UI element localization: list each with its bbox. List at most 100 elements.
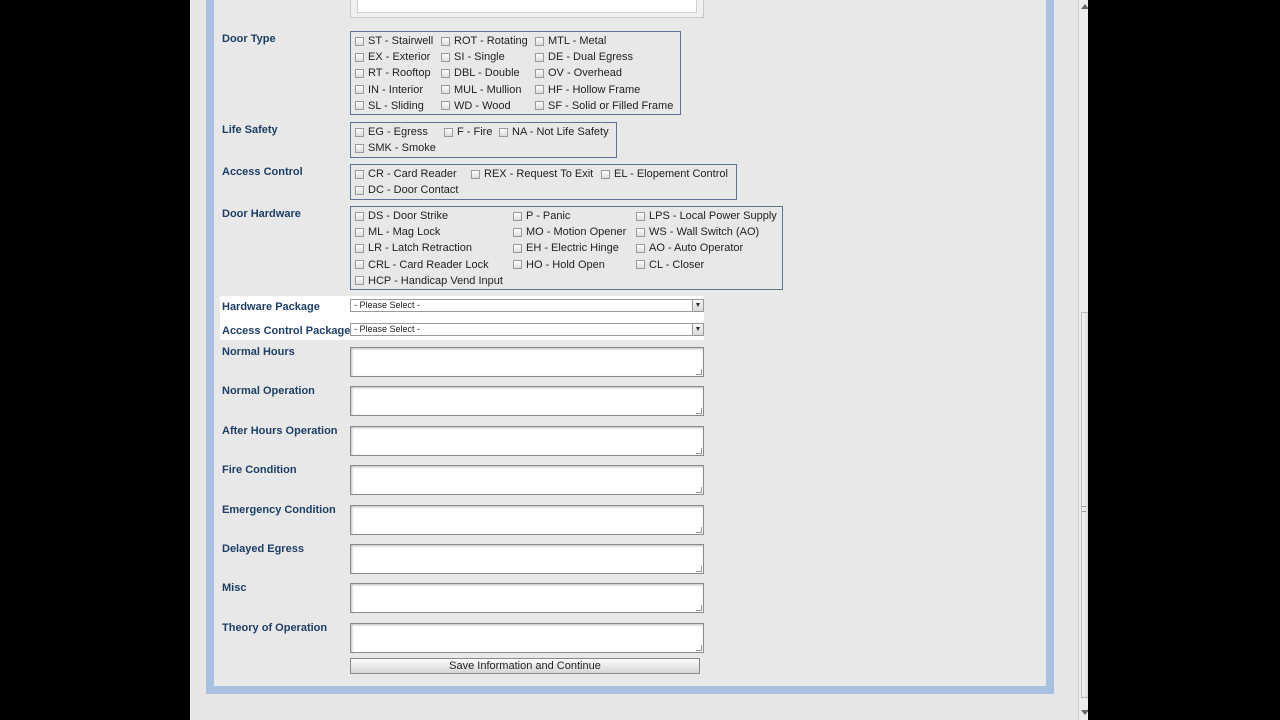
- door-type-option[interactable]: HF - Hollow Frame: [535, 83, 640, 97]
- life-safety-option[interactable]: EG - Egress: [355, 125, 428, 139]
- door-type-option[interactable]: MTL - Metal: [535, 34, 606, 48]
- door-type-option[interactable]: ROT - Rotating: [441, 34, 528, 48]
- scroll-down-icon[interactable]: [1081, 710, 1088, 715]
- door-type-option[interactable]: EX - Exterior: [355, 50, 430, 64]
- save-button[interactable]: Save Information and Continue: [350, 658, 700, 674]
- text-area[interactable]: [350, 386, 704, 417]
- access-control-option[interactable]: EL - Elopement Control: [601, 167, 728, 181]
- checkbox[interactable]: [513, 211, 522, 221]
- checkbox[interactable]: [471, 169, 480, 179]
- door-hardware-option[interactable]: P - Panic: [513, 209, 570, 223]
- checkbox[interactable]: [636, 260, 645, 270]
- door-hardware-option[interactable]: HO - Hold Open: [513, 258, 605, 272]
- door-type-option[interactable]: RT - Rooftop: [355, 66, 431, 80]
- checkbox[interactable]: [636, 227, 645, 237]
- checkbox[interactable]: [441, 85, 450, 95]
- door-type-option[interactable]: WD - Wood: [441, 99, 511, 113]
- chevron-down-icon[interactable]: ▼: [692, 324, 703, 335]
- hardware-package-select[interactable]: - Please Select - ▼: [350, 299, 704, 312]
- life-safety-option[interactable]: SMK - Smoke: [355, 141, 436, 155]
- checkbox[interactable]: [513, 260, 522, 270]
- text-area[interactable]: [350, 347, 704, 377]
- door-hardware-option[interactable]: LR - Latch Retraction: [355, 241, 472, 255]
- checkbox[interactable]: [355, 101, 364, 111]
- chevron-down-icon[interactable]: ▼: [692, 300, 703, 311]
- resize-grip-icon[interactable]: [696, 369, 702, 375]
- checkbox[interactable]: [636, 243, 645, 253]
- checkbox[interactable]: [535, 52, 544, 62]
- checkbox[interactable]: [355, 36, 364, 46]
- door-hardware-option[interactable]: AO - Auto Operator: [636, 241, 743, 255]
- door-hardware-option[interactable]: LPS - Local Power Supply: [636, 209, 777, 223]
- checkbox[interactable]: [444, 127, 453, 137]
- access-control-option[interactable]: REX - Request To Exit: [471, 167, 593, 181]
- checkbox[interactable]: [355, 127, 364, 137]
- checkbox[interactable]: [499, 127, 508, 137]
- text-area[interactable]: [350, 544, 704, 574]
- door-type-option[interactable]: DE - Dual Egress: [535, 50, 633, 64]
- checkbox[interactable]: [355, 68, 364, 78]
- life-safety-option[interactable]: F - Fire: [444, 125, 492, 139]
- checkbox-label: SMK - Smoke: [368, 142, 436, 154]
- text-area[interactable]: [350, 425, 704, 456]
- door-hardware-option[interactable]: DS - Door Strike: [355, 209, 448, 223]
- checkbox[interactable]: [535, 101, 544, 111]
- door-hardware-option[interactable]: CRL - Card Reader Lock: [355, 258, 489, 272]
- access-control-option[interactable]: CR - Card Reader: [355, 167, 457, 181]
- resize-grip-icon[interactable]: [696, 644, 702, 651]
- door-type-option[interactable]: SL - Sliding: [355, 99, 424, 113]
- checkbox[interactable]: [355, 260, 364, 270]
- scroll-up-icon[interactable]: [1081, 4, 1088, 9]
- checkbox[interactable]: [355, 185, 364, 195]
- checkbox[interactable]: [441, 68, 450, 78]
- resize-grip-icon[interactable]: [696, 408, 702, 415]
- checkbox[interactable]: [636, 211, 645, 221]
- checkbox[interactable]: [355, 52, 364, 62]
- text-area[interactable]: [350, 583, 704, 614]
- checkbox[interactable]: [535, 85, 544, 95]
- checkbox[interactable]: [355, 85, 364, 95]
- checkbox[interactable]: [513, 227, 522, 237]
- access-control-package-select[interactable]: - Please Select - ▼: [350, 323, 704, 336]
- checkbox[interactable]: [535, 36, 544, 46]
- scrollbar-thumb[interactable]: [1081, 312, 1088, 698]
- door-type-option[interactable]: SI - Single: [441, 50, 505, 64]
- checkbox[interactable]: [601, 169, 610, 179]
- text-area[interactable]: [350, 504, 704, 535]
- checkbox[interactable]: [441, 101, 450, 111]
- checkbox[interactable]: [355, 211, 364, 221]
- life-safety-option[interactable]: NA - Not Life Safety: [499, 125, 609, 139]
- door-hardware-option[interactable]: WS - Wall Switch (AO): [636, 225, 759, 239]
- door-type-option[interactable]: SF - Solid or Filled Frame: [535, 99, 673, 113]
- door-type-option[interactable]: MUL - Mullion: [441, 83, 521, 97]
- door-hardware-option[interactable]: ML - Mag Lock: [355, 225, 440, 239]
- scrollbar[interactable]: [1078, 0, 1088, 720]
- access-control-option[interactable]: DC - Door Contact: [355, 183, 458, 197]
- checkbox[interactable]: [355, 276, 364, 286]
- resize-grip-icon[interactable]: [696, 605, 702, 612]
- previous-field[interactable]: [350, 0, 704, 18]
- checkbox[interactable]: [441, 52, 450, 62]
- checkbox[interactable]: [355, 227, 364, 237]
- checkbox[interactable]: [513, 243, 522, 253]
- door-hardware-option[interactable]: MO - Motion Opener: [513, 225, 626, 239]
- checkbox[interactable]: [355, 243, 364, 253]
- checkbox[interactable]: [355, 143, 364, 153]
- resize-grip-icon[interactable]: [696, 526, 702, 533]
- door-type-option[interactable]: DBL - Double: [441, 66, 520, 80]
- checkbox[interactable]: [441, 36, 450, 46]
- resize-grip-icon[interactable]: [696, 566, 702, 572]
- door-hardware-option[interactable]: HCP - Handicap Vend Input: [355, 274, 503, 288]
- resize-grip-icon[interactable]: [696, 487, 702, 494]
- door-hardware-option[interactable]: CL - Closer: [636, 258, 704, 272]
- checkbox[interactable]: [535, 68, 544, 78]
- checkbox[interactable]: [355, 169, 364, 179]
- text-area[interactable]: [350, 465, 704, 496]
- door-type-option[interactable]: ST - Stairwell: [355, 34, 433, 48]
- field-label: Delayed Egress: [222, 543, 304, 555]
- door-type-option[interactable]: IN - Interior: [355, 83, 423, 97]
- resize-grip-icon[interactable]: [696, 447, 702, 454]
- door-type-option[interactable]: OV - Overhead: [535, 66, 622, 80]
- text-area[interactable]: [350, 622, 704, 653]
- door-hardware-option[interactable]: EH - Electric Hinge: [513, 241, 619, 255]
